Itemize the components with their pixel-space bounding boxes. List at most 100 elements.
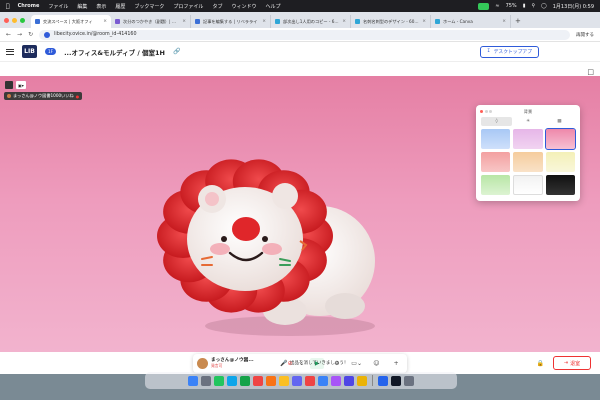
menu-item-bookmarks[interactable]: ブックマーク (134, 3, 164, 10)
dock-app-icon[interactable] (404, 375, 414, 386)
reaction-icon[interactable]: ☺ (370, 358, 384, 369)
dock-app-icon[interactable] (214, 375, 224, 386)
battery-icon[interactable]: ▮ (523, 3, 526, 9)
control-center-icon[interactable]: ◯ (541, 3, 547, 9)
panel-zoom-icon[interactable] (489, 110, 492, 113)
menu-item-view[interactable]: 表示 (96, 3, 106, 10)
link-icon[interactable]: 🔗 (173, 48, 180, 55)
dock-app-icon[interactable] (240, 375, 250, 386)
avatar-icon (7, 94, 11, 98)
tab-close-icon[interactable]: × (262, 19, 266, 24)
background-swatch[interactable] (513, 152, 543, 172)
tab-close-icon[interactable]: × (502, 19, 506, 24)
status-message[interactable]: まっさん@ノウ図書1000いいね ● (4, 92, 83, 100)
dock-app-icon[interactable] (227, 375, 237, 386)
back-icon[interactable]: ← (6, 31, 11, 38)
apple-icon[interactable]:  (6, 3, 10, 10)
tab-label: 記事を編集する | リベラライ (203, 18, 258, 24)
menu-icon[interactable] (6, 48, 14, 55)
dock-app-icon[interactable] (344, 375, 354, 386)
chat-icon[interactable]: □ (587, 68, 594, 76)
add-icon[interactable]: + (389, 358, 403, 369)
panel-close-icon[interactable] (480, 110, 483, 113)
menubar-clock[interactable]: 1月13日(月) 0:59 (553, 3, 594, 10)
dock-app-icon[interactable] (279, 375, 289, 386)
zoom-window-icon[interactable] (20, 17, 25, 23)
panel-title: 背景 (523, 109, 533, 114)
dock-app-icon[interactable] (391, 375, 401, 386)
avatar (197, 357, 208, 369)
tab-label: 部次出し1人用のコピー - 600 × (283, 18, 340, 24)
tab-close-icon[interactable]: × (342, 19, 346, 24)
menu-item-profiles[interactable]: プロファイル (173, 3, 203, 10)
background-swatch[interactable] (545, 152, 575, 172)
image-icon[interactable]: ◊ (481, 117, 513, 126)
menu-item-history[interactable]: 履歴 (115, 3, 125, 10)
lock-icon[interactable]: 🔒 (534, 356, 547, 370)
browser-tab[interactable]: ホーム - Canva × (431, 15, 511, 28)
tab-favicon-icon (275, 19, 280, 24)
exit-button[interactable]: ⇥ 退室 (553, 356, 591, 370)
exit-label: 退室 (570, 360, 581, 367)
room-canvas[interactable]: ▣▾ まっさん@ノウ図書1000いいね ● 背景 ◊ ☀ ▩ (0, 76, 600, 352)
desktop-app-button[interactable]: ↧ デスクトップアプ (479, 45, 539, 58)
background-swatch[interactable] (513, 129, 543, 149)
menu-item-help[interactable]: ヘルプ (265, 3, 280, 10)
panel-minimize-icon[interactable] (484, 110, 488, 113)
battery-percent[interactable]: 75% (506, 3, 517, 9)
browser-tab[interactable]: 名刺名刺型のデザイン - 600 × × (351, 15, 431, 28)
status-text: まっさん@ノウ図書1000いいね (13, 93, 74, 98)
screen-share-icon[interactable]: ▭⌄ (350, 358, 364, 369)
browser-tab[interactable]: 記事を編集する | リベラライ × (191, 15, 271, 28)
minimize-window-icon[interactable] (12, 17, 17, 23)
picture-icon[interactable]: ▩ (544, 117, 575, 126)
browser-tab[interactable]: 交流スペース | 大阪オフィ × (31, 15, 111, 28)
tab-close-icon[interactable]: × (182, 19, 186, 24)
dock-app-icon[interactable] (378, 375, 388, 386)
background-swatch[interactable] (481, 175, 511, 195)
floor-badge[interactable]: 1F (45, 48, 57, 55)
browser-tab[interactable]: 部次出し1人用のコピー - 600 × × (271, 15, 351, 28)
background-swatch[interactable] (481, 152, 511, 172)
menu-item-file[interactable]: ファイル (48, 3, 68, 10)
menu-item-tab[interactable]: タブ (212, 3, 222, 10)
screen-recording-icon[interactable] (478, 2, 490, 10)
tabs: 交流スペース | 大阪オフィ × 次分のつかやき（副題）| リベラ × 記事を編集する … (31, 15, 511, 28)
panel-titlebar: 背景 (479, 108, 577, 116)
background-swatch[interactable] (513, 175, 543, 195)
menu-app-name[interactable]: Chrome (18, 3, 40, 9)
dock-app-icon[interactable] (266, 375, 276, 386)
restart-button[interactable]: 再開する (576, 32, 594, 38)
menu-item-edit[interactable]: 編集 (77, 3, 87, 10)
blur-icon[interactable]: ☀ (512, 117, 543, 126)
dock-app-icon[interactable] (253, 375, 263, 386)
dock-app-icon[interactable] (292, 375, 302, 386)
dock-app-icon[interactable] (188, 375, 198, 386)
dock-app-icon[interactable] (305, 375, 315, 386)
dock-app-icon[interactable] (357, 375, 367, 386)
menu-item-window[interactable]: ウィンドウ (231, 3, 256, 10)
close-window-icon[interactable] (4, 17, 9, 23)
camera-select-button[interactable]: ▣▾ (16, 81, 26, 89)
forward-icon[interactable]: → (17, 31, 22, 38)
tab-label: 名刺名刺型のデザイン - 600 × (363, 18, 420, 24)
tab-close-icon[interactable]: × (422, 19, 426, 24)
reload-icon[interactable]: ↻ (28, 31, 33, 38)
tab-strip: 交流スペース | 大阪オフィ × 次分のつかやき（副題）| リベラ × 記事を編集する … (0, 12, 600, 28)
self-user[interactable]: まっさん@ノウ図... 発言可 (197, 358, 274, 370)
background-swatch[interactable] (481, 129, 511, 149)
grid-view-icon[interactable] (5, 81, 13, 89)
tab-close-icon[interactable]: × (103, 19, 107, 24)
dock-app-icon[interactable] (318, 375, 328, 386)
browser-tab[interactable]: 次分のつかやき（副題）| リベラ × (111, 15, 191, 28)
background-swatch[interactable] (544, 128, 577, 150)
background-window-text: 出品を消していきましょう！ (290, 361, 349, 366)
dock-app-icon[interactable] (201, 375, 211, 386)
background-swatch[interactable] (545, 175, 575, 195)
dock-app-icon[interactable] (331, 375, 341, 386)
app-logo[interactable]: LIB (22, 45, 37, 58)
spotlight-icon[interactable]: ⚲ (531, 3, 535, 9)
wifi-icon[interactable]: ≈ (495, 3, 499, 9)
new-tab-icon[interactable]: + (515, 17, 521, 25)
address-input[interactable]: libecity.ovice.in/@room_id-414160 (39, 29, 570, 40)
